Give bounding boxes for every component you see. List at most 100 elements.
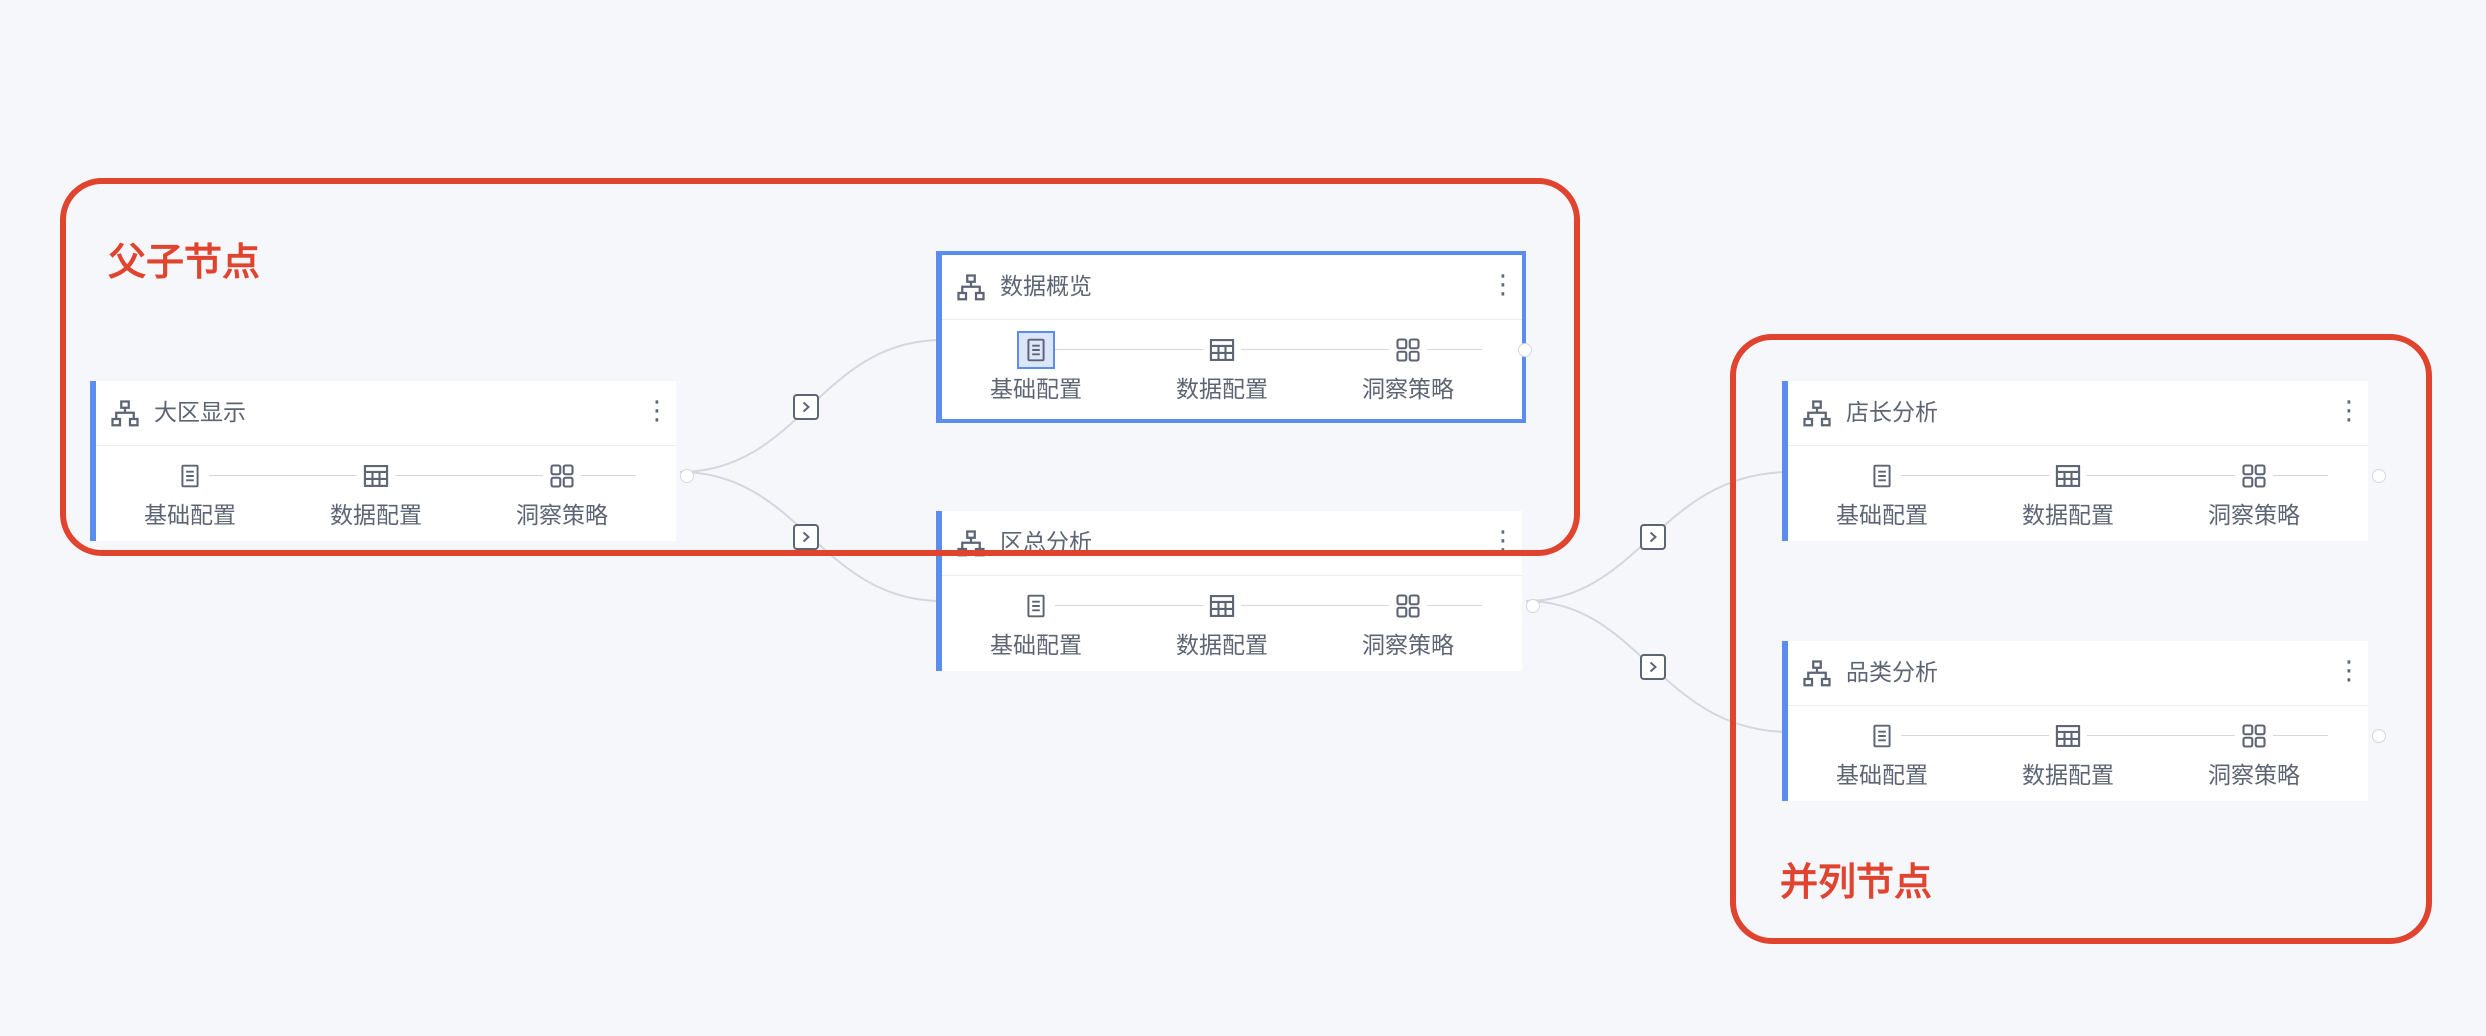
step-label: 数据配置 xyxy=(1176,377,1268,403)
step-insight-strategy[interactable]: 洞察策略 xyxy=(1343,331,1473,405)
output-port[interactable] xyxy=(1526,599,1540,613)
table-grid-icon xyxy=(1209,595,1235,617)
step-icon xyxy=(171,457,209,495)
node-shuju[interactable]: 数据概览 ⋮ 基础配置 数据配置 洞察策略 xyxy=(936,251,1532,423)
step-icon xyxy=(1389,587,1427,625)
step-label: 洞察策略 xyxy=(2208,503,2300,529)
node-steps: 基础配置 数据配置 洞察策略 xyxy=(942,319,1532,415)
more-vertical-icon[interactable]: ⋮ xyxy=(2336,651,2362,695)
parallel-label: 并列节点 xyxy=(1780,860,1933,904)
step-data-config[interactable]: 数据配置 xyxy=(1157,587,1287,661)
output-port[interactable] xyxy=(2372,469,2386,483)
step-label: 数据配置 xyxy=(2022,503,2114,529)
step-basic-config[interactable]: 基础配置 xyxy=(1817,457,1947,531)
node-header: 数据概览 ⋮ xyxy=(942,255,1522,320)
step-label: 基础配置 xyxy=(144,503,236,529)
document-icon xyxy=(1873,724,1891,748)
table-grid-icon xyxy=(1209,339,1235,361)
table-grid-icon xyxy=(2055,465,2081,487)
step-label: 数据配置 xyxy=(330,503,422,529)
more-vertical-icon[interactable]: ⋮ xyxy=(644,391,670,435)
node-title: 大区显示 xyxy=(154,400,246,426)
table-grid-icon xyxy=(2055,725,2081,747)
step-icon xyxy=(1863,457,1901,495)
output-port[interactable] xyxy=(2372,729,2386,743)
node-title: 区总分析 xyxy=(1000,530,1092,556)
node-header: 品类分析 ⋮ xyxy=(1788,641,2368,706)
org-tree-icon xyxy=(957,274,985,301)
output-port[interactable] xyxy=(680,469,694,483)
step-icon xyxy=(543,457,581,495)
output-port[interactable] xyxy=(1518,343,1532,357)
step-label: 数据配置 xyxy=(1176,633,1268,659)
step-icon xyxy=(2049,457,2087,495)
step-label: 基础配置 xyxy=(990,377,1082,403)
step-data-config[interactable]: 数据配置 xyxy=(1157,331,1287,405)
step-icon xyxy=(1863,717,1901,755)
step-basic-config[interactable]: 基础配置 xyxy=(971,331,1101,405)
step-data-config[interactable]: 数据配置 xyxy=(2003,717,2133,791)
more-vertical-icon[interactable]: ⋮ xyxy=(2336,391,2362,435)
step-icon xyxy=(357,457,395,495)
node-steps: 基础配置 数据配置 洞察策略 xyxy=(96,445,694,541)
expand-button-quzong[interactable] xyxy=(793,524,819,550)
four-squares-icon xyxy=(1396,594,1420,618)
step-label: 基础配置 xyxy=(1836,763,1928,789)
node-steps: 基础配置 数据配置 洞察策略 xyxy=(1788,705,2386,801)
org-tree-icon xyxy=(1803,400,1831,427)
document-icon xyxy=(1027,594,1045,618)
step-label: 洞察策略 xyxy=(2208,763,2300,789)
org-tree-icon xyxy=(111,400,139,427)
step-data-config[interactable]: 数据配置 xyxy=(2003,457,2133,531)
node-pinlei[interactable]: 品类分析 ⋮ 基础配置 数据配置 洞察策略 xyxy=(1782,641,2386,801)
step-insight-strategy[interactable]: 洞察策略 xyxy=(2189,457,2319,531)
org-tree-icon xyxy=(1803,660,1831,687)
step-icon xyxy=(1017,331,1055,369)
chevron-right-icon xyxy=(802,531,810,543)
step-icon xyxy=(2235,457,2273,495)
step-icon xyxy=(1203,587,1241,625)
step-basic-config[interactable]: 基础配置 xyxy=(125,457,255,531)
node-header: 店长分析 ⋮ xyxy=(1788,381,2368,446)
parent-child-label: 父子节点 xyxy=(108,240,261,284)
more-vertical-icon[interactable]: ⋮ xyxy=(1490,265,1516,309)
step-insight-strategy[interactable]: 洞察策略 xyxy=(1343,587,1473,661)
node-dianzhang[interactable]: 店长分析 ⋮ 基础配置 数据配置 洞察策略 xyxy=(1782,381,2386,541)
node-header: 区总分析 ⋮ xyxy=(942,511,1522,576)
step-data-config[interactable]: 数据配置 xyxy=(311,457,441,531)
step-icon xyxy=(1389,331,1427,369)
step-icon xyxy=(1017,587,1055,625)
expand-button-shuju[interactable] xyxy=(793,394,819,420)
node-header: 大区显示 ⋮ xyxy=(96,381,676,446)
node-steps: 基础配置 数据配置 洞察策略 xyxy=(942,575,1540,671)
node-title: 店长分析 xyxy=(1846,400,1938,426)
step-icon xyxy=(2235,717,2273,755)
expand-button-dianzhang[interactable] xyxy=(1640,524,1666,550)
step-basic-config[interactable]: 基础配置 xyxy=(971,587,1101,661)
document-icon xyxy=(1873,464,1891,488)
four-squares-icon xyxy=(2242,724,2266,748)
step-label: 数据配置 xyxy=(2022,763,2114,789)
node-title: 品类分析 xyxy=(1846,660,1938,686)
step-icon xyxy=(2049,717,2087,755)
node-title: 数据概览 xyxy=(1000,274,1092,300)
node-quzong[interactable]: 区总分析 ⋮ 基础配置 数据配置 洞察策略 xyxy=(936,511,1540,671)
org-tree-icon xyxy=(957,530,985,557)
more-vertical-icon[interactable]: ⋮ xyxy=(1490,521,1516,565)
step-label: 基础配置 xyxy=(990,633,1082,659)
flow-canvas[interactable]: 大区显示 ⋮ 基础配置 数据配置 洞察策略 数据概览 ⋮ 基础配置 数据配置 洞… xyxy=(0,0,2486,1036)
chevron-right-icon xyxy=(802,401,810,413)
four-squares-icon xyxy=(2242,464,2266,488)
four-squares-icon xyxy=(1396,338,1420,362)
expand-button-pinlei[interactable] xyxy=(1640,654,1666,680)
step-insight-strategy[interactable]: 洞察策略 xyxy=(2189,717,2319,791)
step-insight-strategy[interactable]: 洞察策略 xyxy=(497,457,627,531)
step-label: 洞察策略 xyxy=(1362,377,1454,403)
step-label: 基础配置 xyxy=(1836,503,1928,529)
step-basic-config[interactable]: 基础配置 xyxy=(1817,717,1947,791)
node-daqu[interactable]: 大区显示 ⋮ 基础配置 数据配置 洞察策略 xyxy=(90,381,694,541)
step-icon xyxy=(1203,331,1241,369)
chevron-right-icon xyxy=(1649,531,1657,543)
step-label: 洞察策略 xyxy=(1362,633,1454,659)
four-squares-icon xyxy=(550,464,574,488)
